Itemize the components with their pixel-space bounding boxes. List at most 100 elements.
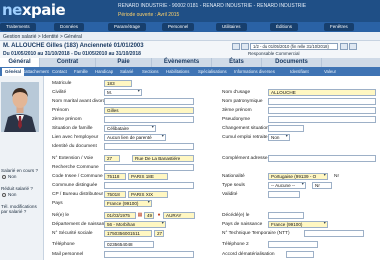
complement-adresse-field[interactable] bbox=[268, 155, 376, 162]
telephone-2-field[interactable] bbox=[268, 241, 318, 248]
commune-distinguee-field[interactable] bbox=[104, 182, 194, 189]
commune-naissance-field[interactable]: AURAY bbox=[163, 212, 195, 219]
validite-field[interactable] bbox=[268, 191, 300, 198]
departement-naissance-label: Département de naissance bbox=[52, 222, 110, 227]
securite-sociale-key[interactable]: 27 bbox=[154, 230, 164, 237]
subtab-sections[interactable]: Sections bbox=[142, 68, 158, 76]
date-naissance-field[interactable]: 01/03/1975 bbox=[104, 212, 136, 219]
app-header: nexpaie RENARD INDUSTRIE - 90002 0181 - … bbox=[0, 0, 380, 22]
situation-famille-select[interactable]: Célibataire bbox=[104, 125, 156, 132]
subtab-famille[interactable]: Famille bbox=[74, 68, 88, 76]
reduced-employee-label: Réduit salarié ? bbox=[1, 186, 33, 191]
pays-naissance-label: Pays de naissance bbox=[222, 222, 263, 227]
nom-usage-field[interactable]: ALLOUCHE bbox=[268, 89, 376, 96]
breadcrumb-text[interactable]: Gestion salarié > Identité > Général bbox=[3, 34, 82, 40]
subtab-contact[interactable]: Contact bbox=[52, 68, 67, 76]
tab-paie[interactable]: Paie bbox=[96, 58, 152, 67]
code-insee-field[interactable]: 75118 bbox=[104, 173, 126, 180]
troisieme-prenom-field[interactable] bbox=[268, 107, 376, 114]
employee-photo bbox=[1, 82, 39, 132]
pays-label: Pays bbox=[52, 201, 63, 206]
employee-modifications-label: Tél. modifications par salarié ? bbox=[1, 204, 37, 214]
cumul-emploi-retraite-label: Cumul emploi retraite bbox=[222, 135, 268, 140]
nom-patronymique-label: Nom patronymique bbox=[222, 99, 263, 104]
telephone-field[interactable]: 0235654048 bbox=[104, 241, 154, 248]
changement-situation-field[interactable] bbox=[268, 125, 304, 132]
record-selector[interactable]: 1/2 - du 01/05/2010 (fin relle 31/10/201… bbox=[250, 43, 338, 50]
nationalite-select[interactable]: Portugaise (99139 - O bbox=[268, 173, 328, 180]
matricule-field[interactable]: 183 bbox=[104, 80, 132, 87]
subtab-identifiant[interactable]: Identifiant bbox=[290, 68, 309, 76]
numero-voie-field[interactable]: 27 bbox=[104, 155, 120, 162]
next-record-button[interactable] bbox=[340, 43, 348, 50]
accord-dematerialisation-field[interactable] bbox=[286, 251, 314, 258]
mail-personnel-label: Mail personnel bbox=[52, 252, 84, 257]
active-employee-radio[interactable] bbox=[2, 175, 6, 179]
menu-editions[interactable]: Éditions bbox=[270, 23, 299, 31]
subtab-informations-diverses[interactable]: Informations diverses bbox=[234, 68, 275, 76]
app-logo[interactable]: nexpaie bbox=[2, 1, 66, 19]
subtab-general[interactable]: Général bbox=[2, 68, 25, 76]
bureau-distributeur-label: CP / Bureau distributeur bbox=[52, 192, 104, 197]
voie-field[interactable]: Rue De La Banastiére bbox=[132, 155, 194, 162]
tab-documents[interactable]: Documents bbox=[262, 58, 322, 67]
tab-etats[interactable]: États bbox=[212, 58, 262, 67]
nationalite-label: Nationalité bbox=[222, 174, 245, 179]
pays-naissance-select[interactable]: France (99100) bbox=[268, 221, 328, 228]
ntt-label: N° Technique Temporaire (NTT) bbox=[222, 231, 290, 236]
subtab-specialisations[interactable]: Spécialisations bbox=[198, 68, 227, 76]
lien-employeur-select[interactable]: Aucun lien de parenté bbox=[104, 134, 166, 141]
menu-traitements[interactable]: Traitements bbox=[0, 23, 36, 31]
menu-donnees[interactable]: Données bbox=[54, 23, 85, 31]
departement-naissance-select[interactable]: 56 - Morbihan bbox=[104, 221, 166, 228]
identity-form: Matricule 183 Civilité M. Nom marital av… bbox=[46, 76, 380, 260]
subtab-rattachement[interactable]: Rattachement bbox=[22, 68, 49, 76]
subtab-handicap[interactable]: Handicap bbox=[95, 68, 113, 76]
securite-sociale-field[interactable]: 1750356001511 bbox=[104, 230, 152, 237]
nom-marital-field[interactable] bbox=[104, 98, 194, 105]
last-record-button[interactable] bbox=[349, 43, 357, 50]
prenom-field[interactable]: Gilles bbox=[104, 107, 194, 114]
commune-field[interactable]: PARIS 18E bbox=[128, 173, 168, 180]
nature-label: Nr bbox=[334, 174, 340, 179]
subtab-salarie[interactable]: Salarié bbox=[120, 68, 133, 76]
code-postal-field[interactable]: 75018 bbox=[104, 191, 126, 198]
nom-marital-label: Nom marital avant divorce bbox=[52, 99, 108, 104]
reduced-employee-option: Non bbox=[8, 192, 17, 197]
nom-patronymique-field[interactable] bbox=[268, 98, 376, 105]
breadcrumb: Gestion salarié > Identité > Général bbox=[0, 32, 380, 41]
second-prenom-label: 2ème prénom bbox=[52, 117, 82, 122]
first-record-button[interactable] bbox=[232, 43, 240, 50]
cumul-emploi-retraite-select[interactable]: Non bbox=[268, 134, 290, 141]
subtab-valeur[interactable]: Valeur bbox=[324, 68, 336, 76]
active-employee-label: Salarié en cours ? bbox=[1, 168, 39, 173]
reduced-employee-radio[interactable] bbox=[2, 193, 6, 197]
tab-evenements[interactable]: Évènements bbox=[152, 58, 212, 67]
date-deces-field[interactable] bbox=[268, 212, 304, 219]
telephone-label: Téléphone bbox=[52, 242, 75, 247]
pays-select[interactable]: France (99100) bbox=[104, 200, 152, 207]
menu-fenetres[interactable]: Fenêtres bbox=[324, 23, 354, 31]
menu-parametrage[interactable]: Paramétrage bbox=[108, 23, 147, 31]
civilite-select[interactable]: M. bbox=[104, 89, 142, 96]
record-header: M. ALLOUCHE Gilles (183) Ancienneté 01/0… bbox=[0, 41, 380, 58]
type-seuls-select[interactable]: -- Aucune -- bbox=[268, 182, 306, 189]
second-prenom-field[interactable] bbox=[104, 116, 194, 123]
tab-general[interactable]: Général bbox=[0, 58, 40, 67]
pseudonyme-field[interactable] bbox=[268, 116, 376, 123]
ntt-field[interactable] bbox=[304, 230, 364, 237]
active-employee-option: Non bbox=[8, 174, 17, 179]
main-menu: Traitements Données Paramétrage Personne… bbox=[0, 22, 380, 32]
tab-contrat[interactable]: Contrat bbox=[40, 58, 96, 67]
menu-utilitaires[interactable]: Utilitaires bbox=[216, 23, 247, 31]
prev-record-button[interactable] bbox=[241, 43, 249, 50]
recherche-commune-label: Recherche Commune bbox=[52, 165, 99, 170]
type-field[interactable]: Nr bbox=[312, 182, 332, 189]
identite-document-field[interactable] bbox=[104, 143, 194, 150]
subtab-habilitations[interactable]: Habilitations bbox=[166, 68, 189, 76]
mail-personnel-field[interactable] bbox=[104, 251, 194, 258]
calendar-icon[interactable]: ▦ bbox=[137, 212, 143, 218]
bureau-field[interactable]: PARIS XIX bbox=[128, 191, 168, 198]
recherche-commune-field[interactable] bbox=[104, 164, 194, 171]
menu-personnel[interactable]: Personnel bbox=[162, 23, 195, 31]
